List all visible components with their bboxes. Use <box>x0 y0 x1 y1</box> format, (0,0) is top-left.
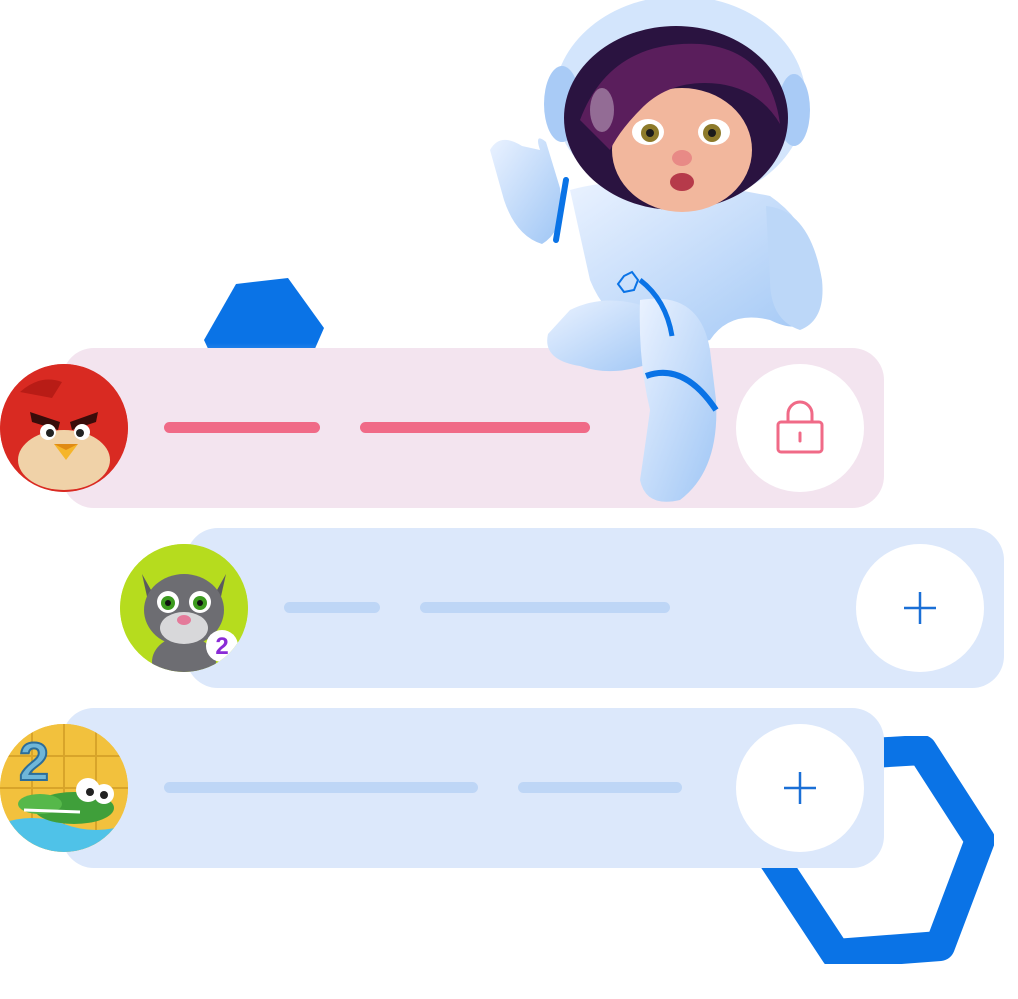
add-game-button[interactable] <box>856 544 984 672</box>
lock-icon <box>776 400 824 454</box>
title-placeholder-bar <box>164 422 320 433</box>
plus-icon <box>784 772 816 804</box>
sequel-badge: 2 <box>19 732 49 792</box>
title-placeholder-bar <box>284 602 380 613</box>
subtitle-placeholder-bar <box>420 602 670 613</box>
talking-tom-avatar: 2 <box>120 544 248 672</box>
add-game-button[interactable] <box>736 724 864 852</box>
wheres-my-water-avatar: 2 <box>0 724 128 852</box>
angry-birds-avatar <box>0 364 128 492</box>
title-placeholder-bar <box>164 782 478 793</box>
subtitle-placeholder-bar <box>518 782 682 793</box>
plus-icon <box>904 592 936 624</box>
locked-button[interactable] <box>736 364 864 492</box>
